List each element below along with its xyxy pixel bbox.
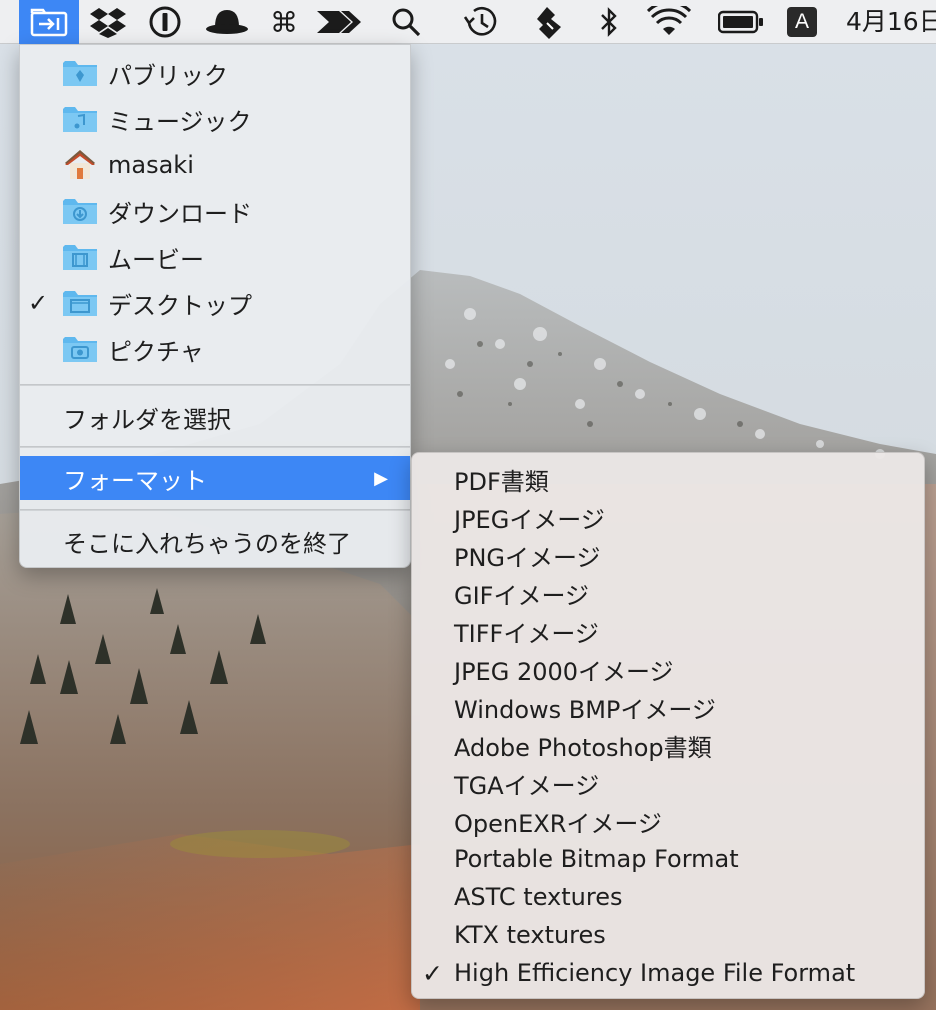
format-item-label: PDF書類: [454, 467, 549, 496]
menu-item-music[interactable]: ミュージック: [20, 97, 410, 141]
public-folder-icon: [62, 58, 98, 88]
format-item-label: OpenEXRイメージ: [454, 809, 662, 838]
menu-item-public[interactable]: パブリック: [20, 51, 410, 95]
format-item-label: TIFFイメージ: [454, 619, 599, 648]
format-item-photoshop[interactable]: Adobe Photoshop書類: [412, 726, 924, 764]
format-item-openexr[interactable]: OpenEXRイメージ: [412, 802, 924, 840]
menu-item-choose-folder[interactable]: フォルダを選択: [20, 395, 410, 439]
format-item-png[interactable]: PNGイメージ: [412, 536, 924, 574]
format-item-label: Adobe Photoshop書類: [454, 733, 712, 762]
format-item-tga[interactable]: TGAイメージ: [412, 764, 924, 802]
menu-separator: [20, 446, 410, 448]
format-item-label: KTX textures: [454, 921, 606, 949]
dropin-menu: パブリック ミュージック masaki ダウンロード ムービー ✓ デスクトップ: [19, 44, 411, 568]
1password-icon[interactable]: [143, 0, 187, 44]
menu-item-label: パブリック: [108, 61, 228, 90]
music-folder-icon: [62, 104, 98, 134]
menu-item-label: デスクトップ: [108, 291, 252, 320]
menu-item-label: ダウンロード: [108, 199, 252, 228]
format-item-bmp[interactable]: Windows BMPイメージ: [412, 688, 924, 726]
format-item-heif[interactable]: ✓ High Efficiency Image File Format: [412, 954, 924, 992]
downloads-folder-icon: [62, 196, 98, 226]
format-item-astc[interactable]: ASTC textures: [412, 878, 924, 916]
hand-icon[interactable]: [532, 0, 566, 44]
format-item-pbm[interactable]: Portable Bitmap Format: [412, 840, 924, 878]
menu-item-downloads[interactable]: ダウンロード: [20, 189, 410, 233]
format-item-label: GIFイメージ: [454, 581, 590, 610]
format-item-label: Windows BMPイメージ: [454, 695, 716, 724]
dropin-folder-icon[interactable]: [19, 0, 79, 44]
menu-item-label: フォルダを選択: [63, 405, 231, 434]
menu-item-desktop[interactable]: ✓ デスクトップ: [20, 281, 410, 325]
menu-item-label: そこに入れちゃうのを終了: [63, 529, 351, 558]
format-item-gif[interactable]: GIFイメージ: [412, 574, 924, 612]
menu-item-quit[interactable]: そこに入れちゃうのを終了: [20, 519, 410, 563]
movies-folder-icon: [62, 242, 98, 272]
checkmark-icon: ✓: [422, 958, 443, 988]
menu-bar: ⌘ A 4月16日: [0, 0, 936, 44]
checkmark-icon: ✓: [28, 289, 49, 317]
input-source-letter: A: [787, 7, 817, 37]
menu-separator: [20, 384, 410, 386]
bowler-hat-icon[interactable]: [202, 0, 252, 44]
spotlight-search-icon[interactable]: [386, 0, 426, 44]
menu-item-home[interactable]: masaki: [20, 143, 410, 187]
format-item-label: High Efficiency Image File Format: [454, 959, 856, 987]
menu-item-label: ムービー: [108, 245, 204, 274]
bluetooth-icon[interactable]: [592, 0, 626, 44]
menubar-clock[interactable]: 4月16日: [846, 0, 936, 44]
format-item-label: Portable Bitmap Format: [454, 845, 739, 873]
format-item-label: ASTC textures: [454, 883, 623, 911]
battery-icon[interactable]: [716, 0, 766, 44]
format-submenu: PDF書類 JPEGイメージ PNGイメージ GIFイメージ TIFFイメージ …: [411, 452, 925, 999]
menu-item-label: フォーマット: [63, 466, 207, 495]
input-source-icon[interactable]: A: [786, 0, 818, 44]
format-item-label: TGAイメージ: [454, 771, 600, 800]
format-item-ktx[interactable]: KTX textures: [412, 916, 924, 954]
dropbox-icon[interactable]: [86, 0, 130, 44]
format-item-pdf[interactable]: PDF書類: [412, 460, 924, 498]
desktop-folder-icon: [62, 288, 98, 318]
menu-separator: [20, 509, 410, 511]
arrow-app-icon[interactable]: [316, 0, 362, 44]
format-item-tiff[interactable]: TIFFイメージ: [412, 612, 924, 650]
format-item-label: JPEGイメージ: [454, 505, 605, 534]
menu-item-pictures[interactable]: ピクチャ: [20, 327, 410, 371]
menu-item-label: ミュージック: [108, 107, 252, 136]
format-item-jpeg[interactable]: JPEGイメージ: [412, 498, 924, 536]
time-machine-icon[interactable]: [458, 0, 504, 44]
menu-item-label: ピクチャ: [108, 337, 204, 366]
format-item-label: JPEG 2000イメージ: [454, 657, 674, 686]
submenu-arrow-icon: ▶: [374, 467, 388, 489]
pictures-folder-icon: [62, 334, 98, 364]
format-item-label: PNGイメージ: [454, 543, 601, 572]
wifi-icon[interactable]: [644, 0, 694, 44]
home-icon: [62, 150, 98, 180]
menu-item-label: masaki: [108, 151, 194, 179]
format-item-jpeg2000[interactable]: JPEG 2000イメージ: [412, 650, 924, 688]
command-icon[interactable]: ⌘: [264, 0, 304, 44]
menu-item-format[interactable]: フォーマット ▶: [20, 456, 410, 500]
menu-item-movies[interactable]: ムービー: [20, 235, 410, 279]
